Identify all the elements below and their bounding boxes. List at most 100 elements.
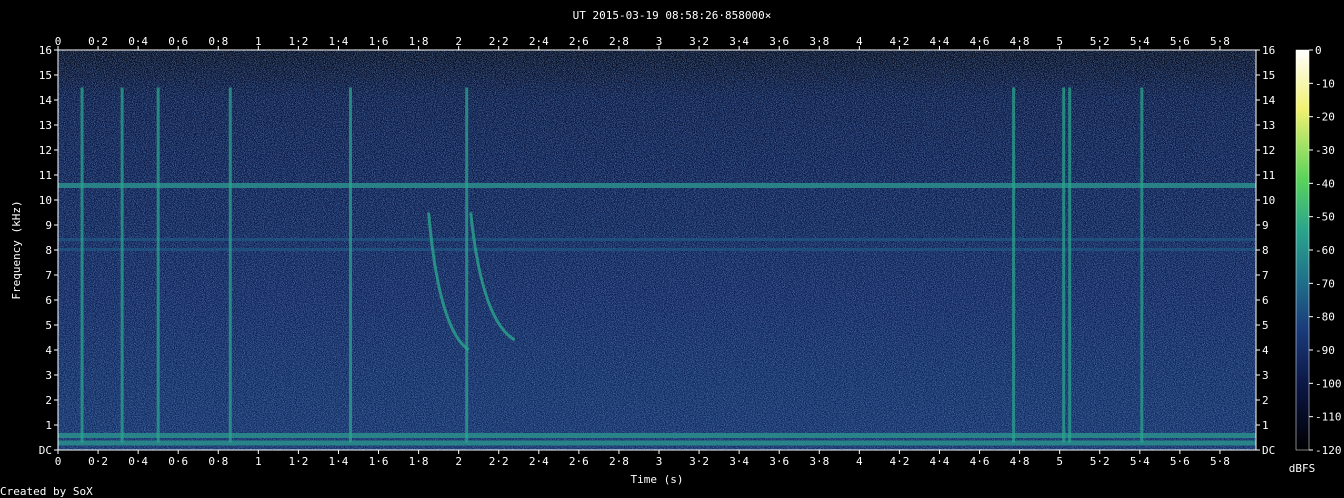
colorbar-tick-label: -20 xyxy=(1315,111,1335,124)
colorbar-tick-label: -60 xyxy=(1315,244,1335,257)
y-tick-label-right: 14 xyxy=(1262,94,1276,107)
y-tick-label-right: 2 xyxy=(1262,394,1269,407)
x-tick-label-top: 4·6 xyxy=(970,35,990,48)
horizontal-line xyxy=(58,440,1256,446)
y-tick-label: 8 xyxy=(45,244,52,257)
y-tick-label: 9 xyxy=(45,219,52,232)
x-tick-label-top: 2·2 xyxy=(489,35,509,48)
x-tick-label-top: 5·2 xyxy=(1090,35,1110,48)
x-tick-label-top: 0·2 xyxy=(88,35,108,48)
title-text: UT 2015-03-19 08:58:26·858000× xyxy=(573,9,772,22)
y-axis-right: DC12345678910111213141516 xyxy=(1256,44,1276,457)
y-tick-label: 1 xyxy=(45,419,52,432)
horizontal-line xyxy=(58,238,1256,241)
y-tick-label-right: 1 xyxy=(1262,419,1269,432)
y-tick-label: 14 xyxy=(39,94,53,107)
x-tick-label: 0·6 xyxy=(168,455,188,468)
colorbar-tick-label: -10 xyxy=(1315,77,1335,90)
x-tick-label: 2 xyxy=(455,455,462,468)
x-axis-bottom: 0 0·2 0·4 0·6 0·8 1 1·2 1·4 1·6 1·8 2 2·2 2·4 2·6 2·8 3… xyxy=(55,450,1230,468)
plot-area xyxy=(58,50,1256,450)
vertical-burst xyxy=(465,87,469,443)
y-tick-label-right: 3 xyxy=(1262,369,1269,382)
y-tick-label: 13 xyxy=(39,119,52,132)
colorbar-tick-label: -30 xyxy=(1315,144,1335,157)
y-tick-label-right: 4 xyxy=(1262,344,1269,357)
y-tick-label-right: 10 xyxy=(1262,194,1275,207)
x-tick-label-top: 1·6 xyxy=(369,35,389,48)
y-tick-label-right: 12 xyxy=(1262,144,1275,157)
x-tick-label-top: 1·8 xyxy=(409,35,429,48)
x-tick-label-top: 4 xyxy=(856,35,863,48)
x-tick-label: 0·8 xyxy=(208,455,228,468)
vertical-burst xyxy=(1012,87,1016,443)
vertical-burst xyxy=(80,87,84,443)
x-tick-label: 3·2 xyxy=(689,455,709,468)
y-tick-label: DC xyxy=(39,444,52,457)
x-tick-label-top: 3 xyxy=(656,35,663,48)
y-axis-label: Frequency (kHz) xyxy=(10,200,23,299)
horizontal-line xyxy=(58,183,1256,188)
x-tick-label-top: 5·6 xyxy=(1170,35,1190,48)
x-tick-label-top: 2·8 xyxy=(609,35,629,48)
x-tick-label: 1·2 xyxy=(288,455,308,468)
y-tick-label-right: 16 xyxy=(1262,44,1275,57)
x-tick-label: 2·2 xyxy=(489,455,509,468)
x-tick-label: 1 xyxy=(255,455,262,468)
x-axis-top: 0 0·2 0·4 0·6 0·8 1 1·2 1·4 1·6 1·8 2 2·2 2·4 2·6 2·8 3… xyxy=(55,35,1230,50)
vertical-burst xyxy=(1062,87,1066,443)
y-tick-label: 6 xyxy=(45,294,52,307)
vertical-burst xyxy=(228,87,232,443)
x-tick-label: 3·6 xyxy=(769,455,789,468)
x-tick-label-top: 0·6 xyxy=(168,35,188,48)
y-tick-label-right: 9 xyxy=(1262,219,1269,232)
colorbar-tick-label: 0 xyxy=(1315,44,1322,57)
x-tick-label: 0·4 xyxy=(128,455,148,468)
y-tick-label-right: 11 xyxy=(1262,169,1275,182)
colorbar-tick-label: -40 xyxy=(1315,177,1335,190)
y-tick-label-right: 15 xyxy=(1262,69,1275,82)
spectrogram-chart: UT 2015-03-19 08:58:26·858000× 0 0·2 0·4 0·… xyxy=(0,9,1342,498)
x-tick-label-top: 4·2 xyxy=(889,35,909,48)
vertical-burst xyxy=(1140,87,1144,443)
colorbar-gradient xyxy=(1295,49,1310,451)
x-tick-label: 2·4 xyxy=(529,455,549,468)
x-tick-label: 2·6 xyxy=(569,455,589,468)
y-tick-label: 4 xyxy=(45,344,52,357)
x-tick-label: 1·4 xyxy=(329,455,349,468)
horizontal-line xyxy=(58,248,1256,251)
x-tick-label-top: 5·4 xyxy=(1130,35,1150,48)
x-tick-label-top: 1·2 xyxy=(288,35,308,48)
y-tick-label: 2 xyxy=(45,394,52,407)
y-tick-label-right: 5 xyxy=(1262,319,1269,332)
y-tick-label: 12 xyxy=(39,144,52,157)
y-tick-label-right: 7 xyxy=(1262,269,1269,282)
x-tick-label-top: 5 xyxy=(1056,35,1063,48)
x-tick-label: 1·6 xyxy=(369,455,389,468)
x-tick-label: 4·4 xyxy=(930,455,950,468)
x-tick-label: 5·8 xyxy=(1210,455,1230,468)
y-tick-label: 10 xyxy=(39,194,52,207)
vertical-burst xyxy=(348,87,352,443)
x-tick-label: 3·8 xyxy=(809,455,829,468)
y-tick-label: 16 xyxy=(39,44,52,57)
x-tick-label: 0 xyxy=(55,455,62,468)
x-tick-label-top: 0 xyxy=(55,35,62,48)
x-tick-label-top: 5·8 xyxy=(1210,35,1230,48)
y-tick-label: 15 xyxy=(39,69,52,82)
y-tick-label: 5 xyxy=(45,319,52,332)
colorbar-tick-label: -70 xyxy=(1315,277,1335,290)
x-tick-label: 5·2 xyxy=(1090,455,1110,468)
x-tick-label-top: 3·4 xyxy=(729,35,749,48)
x-tick-label: 5 xyxy=(1056,455,1063,468)
x-tick-label-top: 2·4 xyxy=(529,35,549,48)
vertical-burst xyxy=(120,87,124,443)
y-tick-label: 7 xyxy=(45,269,52,282)
colorbar-tick-label: -90 xyxy=(1315,344,1335,357)
x-axis-label: Time (s) xyxy=(631,473,684,486)
x-tick-label-top: 0·4 xyxy=(128,35,148,48)
x-tick-label: 4·6 xyxy=(970,455,990,468)
x-tick-label: 4·2 xyxy=(889,455,909,468)
x-tick-label: 5·6 xyxy=(1170,455,1190,468)
colorbar-ticks: 0 -10 -20 -30 -40 -50 -60 -70 -80 -90 -100 -110 -120 xyxy=(1309,44,1342,457)
